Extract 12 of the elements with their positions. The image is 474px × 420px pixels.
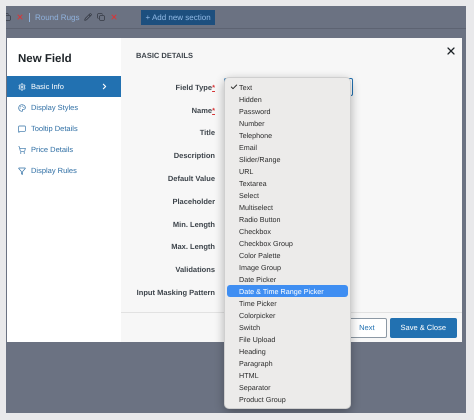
nav-icon — [18, 82, 26, 90]
section-name: Round Rugs — [35, 12, 80, 22]
modal-title: New Field — [17, 52, 73, 67]
nav-icon — [18, 124, 26, 132]
nav-icon — [18, 104, 26, 112]
nav-icon — [18, 146, 26, 154]
chevron-icon — [100, 82, 109, 91]
edit-icon[interactable] — [84, 13, 92, 21]
add-section-button[interactable]: + Add new section — [141, 10, 215, 24]
close-button[interactable] — [445, 45, 457, 57]
copy-icon[interactable] — [97, 13, 106, 21]
nav-icon — [18, 166, 26, 174]
